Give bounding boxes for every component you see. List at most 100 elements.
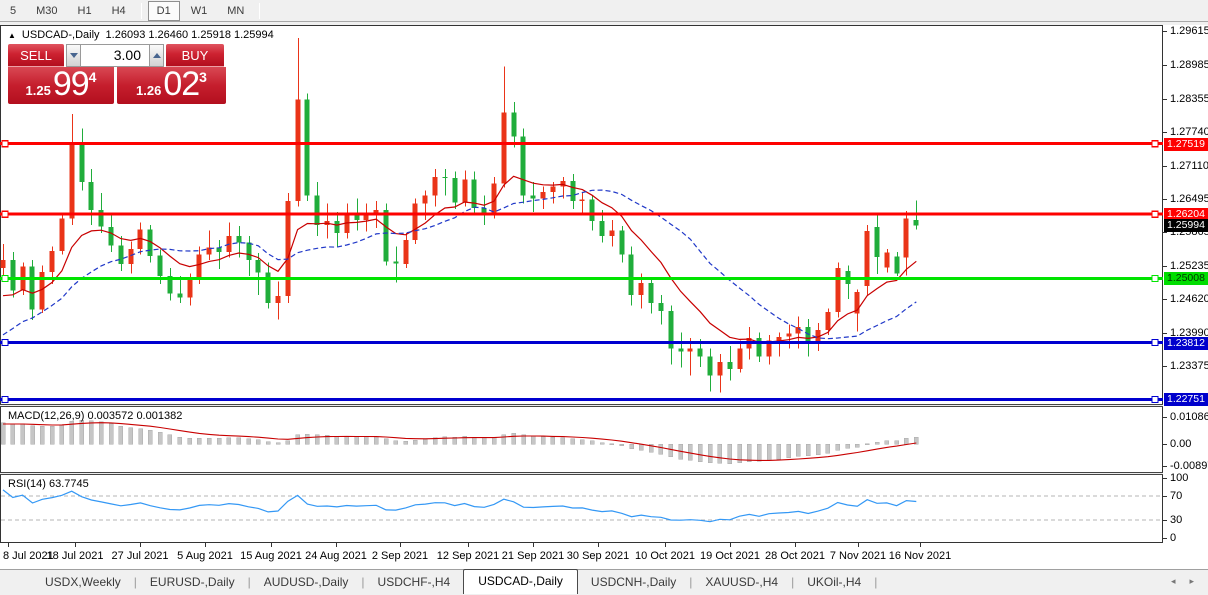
date-axis-label: 2 Sep 2021 <box>371 550 429 562</box>
buy-button[interactable]: BUY <box>166 44 224 67</box>
buy-price-display[interactable]: 1.26 02 3 <box>117 67 226 104</box>
volume-decrease-button[interactable] <box>66 44 81 67</box>
date-axis-label: 15 Aug 2021 <box>240 550 302 562</box>
volume-input[interactable]: 3.00 <box>81 44 149 67</box>
timeframe-toolbar: 5 M30 H1 H4 D1 W1 MN <box>0 0 1208 22</box>
macd-axis-label: -0.008974 <box>1170 460 1208 472</box>
axis-tick <box>1163 232 1167 233</box>
timeframe-button-H4[interactable]: H4 <box>103 1 135 21</box>
buy-price-prefix: 1.26 <box>136 83 162 98</box>
date-tick <box>336 543 337 547</box>
ma-slow-line <box>2 189 917 340</box>
date-axis-label: 10 Oct 2021 <box>635 550 695 562</box>
chart-tab-audusd-daily[interactable]: AUDUSD-,Daily <box>251 571 362 594</box>
axis-tick <box>1163 466 1167 467</box>
rsi-value: 63.7745 <box>48 478 89 490</box>
axis-tick <box>1163 166 1167 167</box>
date-axis-label: 27 Jul 2021 <box>111 550 169 562</box>
sell-price-pip-digit: 4 <box>88 69 97 85</box>
price-axis-label: 1.28985 <box>1170 59 1208 71</box>
timeframe-button-MN[interactable]: MN <box>218 1 253 21</box>
date-tick <box>858 543 859 547</box>
toolbar-separator <box>259 2 261 19</box>
timeframe-button-H1[interactable]: H1 <box>69 1 101 21</box>
ma-fast-line <box>2 175 917 343</box>
date-axis-label: 5 Aug 2021 <box>177 550 233 562</box>
macd-axis-label: 0.00 <box>1170 438 1192 450</box>
price-line-tag: 1.23812 <box>1164 336 1208 350</box>
macd-histogram <box>0 419 919 464</box>
rsi-axis-label: 70 <box>1170 490 1183 502</box>
date-axis-label: 21 Sep 2021 <box>501 550 565 562</box>
chart-tab-usdcnh-daily[interactable]: USDCNH-,Daily <box>578 571 689 594</box>
macd-axis-label: 0.010869 <box>1170 411 1208 423</box>
price-axis-label: 1.26495 <box>1170 193 1208 205</box>
timeframe-button-5[interactable]: 5 <box>1 1 25 21</box>
price-axis-label: 1.27740 <box>1170 126 1208 138</box>
triangle-up-icon <box>152 53 161 58</box>
sell-price-prefix: 1.25 <box>25 83 51 98</box>
chart-tab-eurusd-daily[interactable]: EURUSD-,Daily <box>137 571 248 594</box>
axis-tick <box>1163 520 1167 521</box>
sell-price-big-digits: 99 <box>52 65 90 103</box>
buy-price-big-digits: 02 <box>163 65 200 103</box>
date-tick <box>468 543 469 547</box>
price-line-tag: 1.27519 <box>1164 137 1208 151</box>
axis-tick <box>1163 538 1167 539</box>
date-axis: 8 Jul 2021 18 Jul 2021 27 Jul 2021 5 Aug 20… <box>0 543 1208 569</box>
axis-tick <box>1163 496 1167 497</box>
date-tick <box>730 543 731 547</box>
sell-price-display[interactable]: 1.25 99 4 <box>8 67 114 104</box>
date-tick <box>400 543 401 547</box>
date-tick <box>271 543 272 547</box>
price-axis-label: 1.23375 <box>1170 360 1208 372</box>
date-tick <box>598 543 599 547</box>
price-line-tag: 1.25008 <box>1164 271 1208 285</box>
axis-tick <box>1163 31 1167 32</box>
price-axis-label: 1.29615 <box>1170 25 1208 37</box>
axis-tick <box>1163 266 1167 267</box>
chart-tab-ukoil-h4[interactable]: UKOil-,H4 <box>794 571 874 594</box>
price-line-tag: 1.22751 <box>1164 392 1208 406</box>
date-tick <box>205 543 206 547</box>
collapse-panel-icon[interactable]: ▲ <box>8 31 16 40</box>
tab-scroll-left-icon[interactable]: ◂ <box>1171 576 1176 587</box>
price-axis-label: 1.24620 <box>1170 293 1208 305</box>
triangle-down-icon <box>69 53 78 58</box>
one-click-trade-panel: SELL 3.00 BUY 1.25 99 4 1.26 02 3 <box>8 44 226 104</box>
timeframe-button-M30[interactable]: M30 <box>27 1 66 21</box>
price-axis-label: 1.28355 <box>1170 93 1208 105</box>
axis-tick <box>1163 132 1167 133</box>
horizontal-lines[interactable] <box>0 140 1163 404</box>
date-tick <box>795 543 796 547</box>
timeframe-button-W1[interactable]: W1 <box>182 1 217 21</box>
date-tick <box>920 543 921 547</box>
axis-tick <box>1163 65 1167 66</box>
date-axis-label: 24 Aug 2021 <box>305 550 367 562</box>
rsi-axis-label: 100 <box>1170 472 1189 484</box>
volume-increase-button[interactable] <box>149 44 164 67</box>
macd-main-value: 0.003572 <box>87 410 134 422</box>
date-axis-label: 18 Jul 2021 <box>46 550 104 562</box>
chart-tab-xauusd-h4[interactable]: XAUUSD-,H4 <box>692 571 791 594</box>
chart-area: ▲ USDCAD-,Daily 1.26093 1.26460 1.25918 … <box>0 25 1208 569</box>
price-axis-label: 1.25235 <box>1170 260 1208 272</box>
terminal-window: 5 M30 H1 H4 D1 W1 MN ▲ USDCAD-,Daily 1.26093 1… <box>0 0 1208 595</box>
price-axis-label: 1.27110 <box>1170 160 1208 172</box>
price-line-tag: 1.25994 <box>1164 218 1208 232</box>
timeframe-button-D1[interactable]: D1 <box>147 0 180 21</box>
chart-tab-usdchf-h4[interactable]: USDCHF-,H4 <box>365 571 464 594</box>
date-axis-label: 16 Nov 2021 <box>888 550 952 562</box>
chart-tab-usdx-weekly[interactable]: USDX,Weekly <box>32 571 134 594</box>
axis-tick <box>1163 333 1167 334</box>
chart-tab-usdcad-daily[interactable]: USDCAD-,Daily <box>463 569 578 594</box>
axis-tick <box>1163 444 1167 445</box>
sell-button[interactable]: SELL <box>8 44 64 67</box>
tab-scroll-right-icon[interactable]: ▸ <box>1189 576 1194 587</box>
date-axis-label: 7 Nov 2021 <box>829 550 887 562</box>
date-axis-label: 28 Oct 2021 <box>765 550 825 562</box>
date-tick <box>533 543 534 547</box>
chart-title: ▲ USDCAD-,Daily 1.26093 1.26460 1.25918 … <box>8 29 274 41</box>
tab-separator: | <box>874 575 878 589</box>
axis-tick <box>1163 99 1167 100</box>
